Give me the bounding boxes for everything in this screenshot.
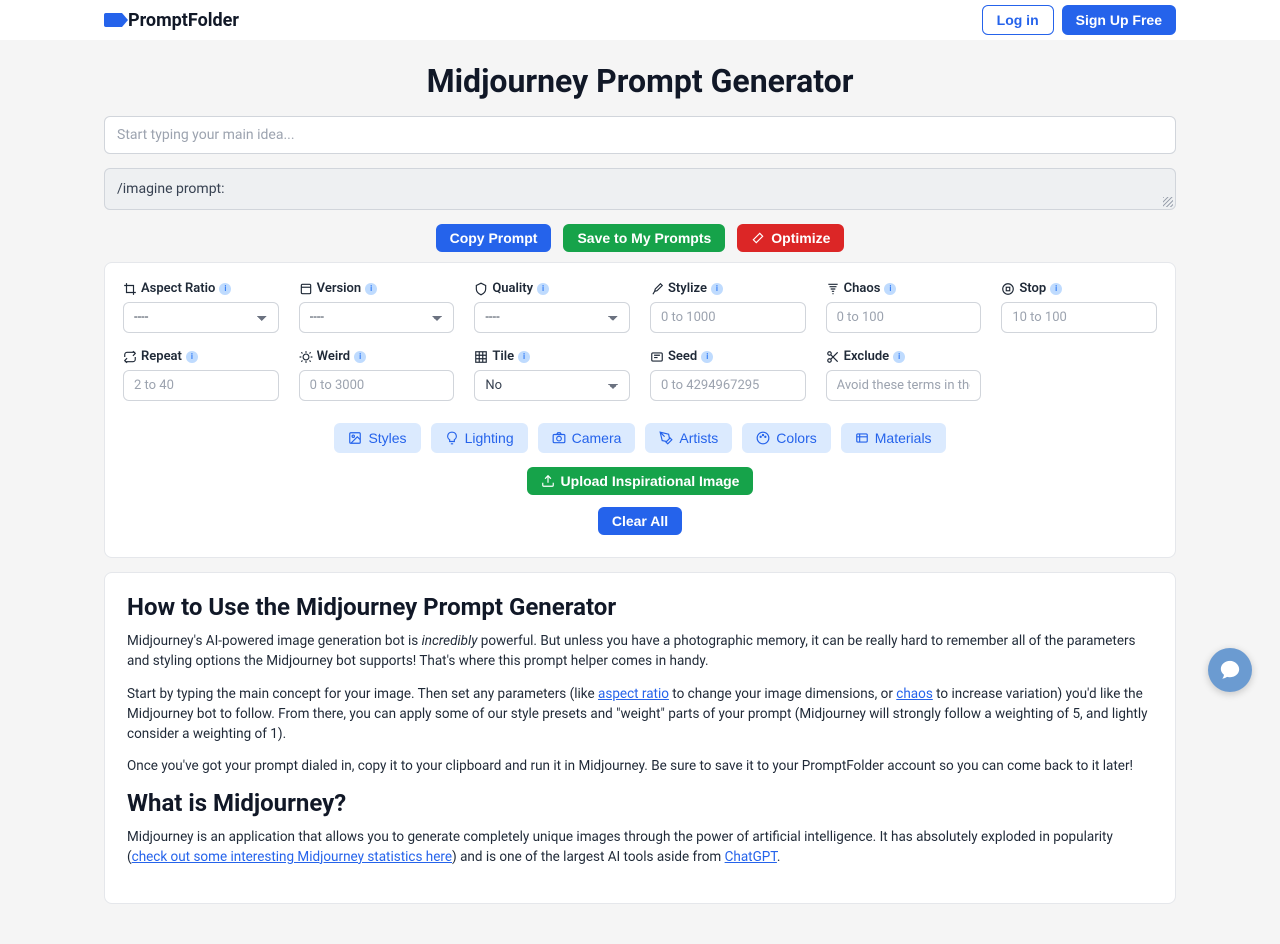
- param-tile: Tilei No: [474, 349, 630, 401]
- info-icon[interactable]: i: [701, 351, 713, 363]
- image-icon: [348, 431, 362, 445]
- chaos-link[interactable]: chaos: [896, 686, 933, 702]
- camera-pill[interactable]: Camera: [538, 423, 636, 453]
- chatgpt-link[interactable]: ChatGPT: [725, 849, 777, 865]
- weird-input[interactable]: [299, 370, 455, 401]
- hash-icon: [650, 350, 664, 364]
- page-title: Midjourney Prompt Generator: [104, 62, 1176, 100]
- stats-link[interactable]: check out some interesting Midjourney st…: [132, 849, 452, 865]
- info-icon[interactable]: i: [893, 351, 905, 363]
- param-version: Versioni ----: [299, 281, 455, 333]
- howto-heading: How to Use the Midjourney Prompt Generat…: [127, 593, 1153, 621]
- action-buttons: Copy Prompt Save to My Prompts Optimize: [104, 224, 1176, 252]
- param-seed: Seedi: [650, 349, 806, 401]
- brand-text: PromptFolder: [128, 10, 239, 31]
- chat-support-button[interactable]: [1208, 648, 1252, 692]
- param-chaos: Chaosi: [826, 281, 982, 333]
- tile-select[interactable]: No: [474, 370, 630, 401]
- grid-icon: [474, 350, 488, 364]
- chat-icon: [1219, 659, 1241, 681]
- bug-icon: [299, 350, 313, 364]
- info-icon[interactable]: i: [518, 351, 530, 363]
- info-icon[interactable]: i: [711, 283, 723, 295]
- howto-card: How to Use the Midjourney Prompt Generat…: [104, 572, 1176, 904]
- brand[interactable]: PromptFolder: [104, 10, 239, 31]
- info-icon[interactable]: i: [219, 283, 231, 295]
- stylize-input[interactable]: [650, 302, 806, 333]
- info-icon[interactable]: i: [186, 351, 198, 363]
- howto-p2: Start by typing the main concept for you…: [127, 684, 1153, 745]
- info-icon[interactable]: i: [537, 283, 549, 295]
- login-button[interactable]: Log in: [982, 5, 1054, 35]
- bulb-icon: [445, 431, 459, 445]
- upload-icon: [541, 474, 555, 488]
- topbar: PromptFolder Log in Sign Up Free: [0, 0, 1280, 40]
- chaos-input[interactable]: [826, 302, 982, 333]
- pen-icon: [659, 431, 673, 445]
- version-select[interactable]: ----: [299, 302, 455, 333]
- info-icon[interactable]: i: [354, 351, 366, 363]
- square-icon: [299, 282, 313, 296]
- wand-icon: [751, 231, 765, 245]
- output-prompt[interactable]: /imagine prompt:: [104, 168, 1176, 210]
- brush-icon: [650, 282, 664, 296]
- clear-all-button[interactable]: Clear All: [598, 507, 682, 535]
- parameters-card: Aspect Ratioi ---- Versioni ---- Quality…: [104, 262, 1176, 558]
- artists-pill[interactable]: Artists: [645, 423, 732, 453]
- whatis-heading: What is Midjourney?: [127, 789, 1153, 817]
- info-icon[interactable]: i: [365, 283, 377, 295]
- stop-icon: [1001, 282, 1015, 296]
- aspect-ratio-link[interactable]: aspect ratio: [598, 686, 669, 702]
- exclude-input[interactable]: [826, 370, 982, 401]
- crop-icon: [123, 282, 137, 296]
- scissors-icon: [826, 350, 840, 364]
- info-icon[interactable]: i: [884, 283, 896, 295]
- param-weird: Weirdi: [299, 349, 455, 401]
- param-repeat: Repeati: [123, 349, 279, 401]
- prompt-area: /imagine prompt: Copy Prompt Save to My …: [104, 116, 1176, 252]
- output-prefix: /imagine prompt:: [117, 181, 225, 197]
- tornado-icon: [826, 282, 840, 296]
- seed-input[interactable]: [650, 370, 806, 401]
- save-prompt-button[interactable]: Save to My Prompts: [563, 224, 725, 252]
- shield-icon: [474, 282, 488, 296]
- whatis-p1: Midjourney is an application that allows…: [127, 827, 1153, 868]
- quality-select[interactable]: ----: [474, 302, 630, 333]
- repeat-input[interactable]: [123, 370, 279, 401]
- materials-pill[interactable]: Materials: [841, 423, 946, 453]
- param-stop: Stopi: [1001, 281, 1157, 333]
- param-aspect-ratio: Aspect Ratioi ----: [123, 281, 279, 333]
- lighting-pill[interactable]: Lighting: [431, 423, 528, 453]
- howto-p3: Once you've got your prompt dialed in, c…: [127, 756, 1153, 776]
- signup-button[interactable]: Sign Up Free: [1062, 5, 1176, 35]
- param-stylize: Stylizei: [650, 281, 806, 333]
- stop-input[interactable]: [1001, 302, 1157, 333]
- copy-prompt-button[interactable]: Copy Prompt: [436, 224, 552, 252]
- aspect-ratio-select[interactable]: ----: [123, 302, 279, 333]
- auth-buttons: Log in Sign Up Free: [982, 5, 1176, 35]
- main-idea-input[interactable]: [104, 116, 1176, 154]
- folder-icon: [104, 13, 122, 27]
- camera-icon: [552, 431, 566, 445]
- upload-image-button[interactable]: Upload Inspirational Image: [527, 467, 754, 495]
- repeat-icon: [123, 350, 137, 364]
- howto-p1: Midjourney's AI-powered image generation…: [127, 631, 1153, 672]
- optimize-button[interactable]: Optimize: [737, 224, 844, 252]
- param-quality: Qualityi ----: [474, 281, 630, 333]
- param-exclude: Excludei: [826, 349, 982, 401]
- styles-pill[interactable]: Styles: [334, 423, 420, 453]
- colors-pill[interactable]: Colors: [742, 423, 830, 453]
- resize-handle-icon[interactable]: [1163, 197, 1173, 207]
- palette-icon: [756, 431, 770, 445]
- layers-icon: [855, 431, 869, 445]
- preset-pills: Styles Lighting Camera Artists Colors Ma…: [123, 423, 1157, 453]
- info-icon[interactable]: i: [1050, 283, 1062, 295]
